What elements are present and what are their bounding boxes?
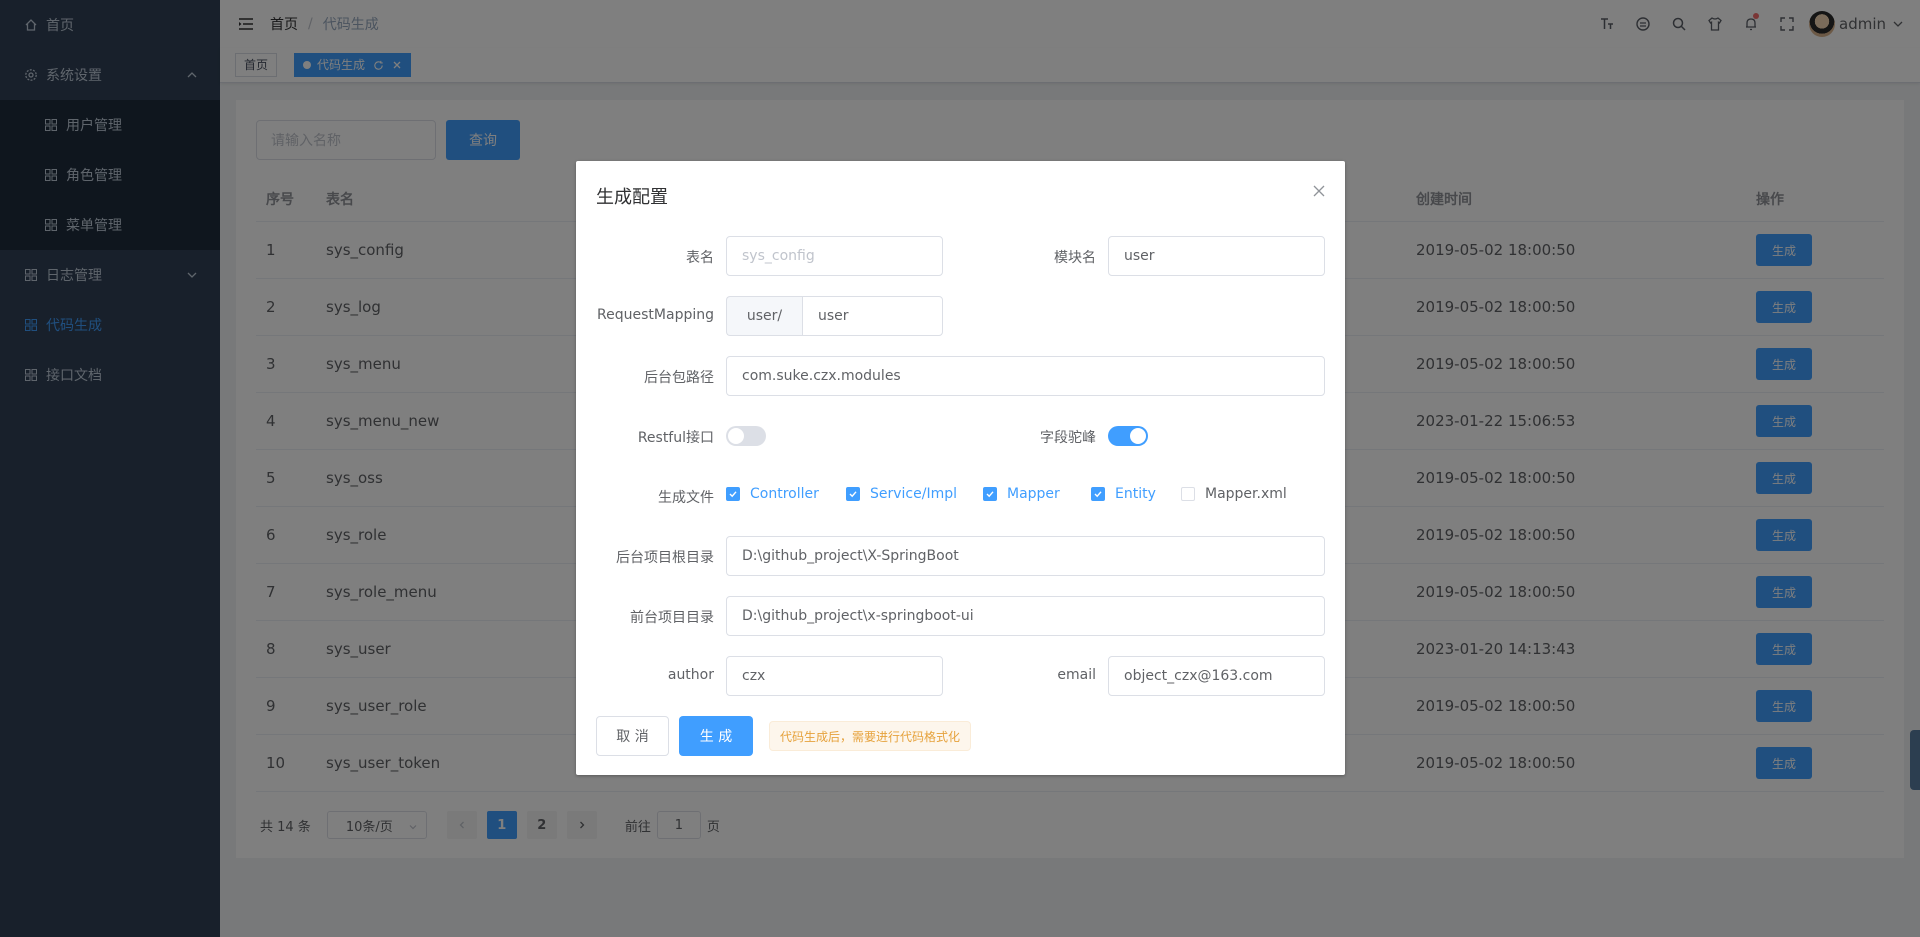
side-widget-handle[interactable] [1910, 730, 1920, 790]
backend-root-input[interactable]: D:\github_project\X-SpringBoot [726, 536, 1325, 576]
checkbox-label: Mapper [1007, 486, 1060, 502]
check-icon [983, 487, 997, 501]
table-name-input[interactable]: sys_config [726, 236, 943, 276]
format-tip-tag: 代码生成后，需要进行代码格式化 [769, 721, 972, 751]
restful-label: Restful接口 [637, 430, 714, 446]
close-icon[interactable] [1311, 183, 1327, 199]
request-mapping-prefix: user/ [726, 296, 802, 336]
request-mapping-label: RequestMapping [597, 307, 714, 323]
author-label: author [667, 667, 714, 683]
camel-case-label: 字段驼峰 [1040, 430, 1096, 446]
check-icon [726, 487, 740, 501]
checkbox-label: Service/Impl [870, 486, 958, 502]
package-path-input[interactable]: com.suke.czx.modules [726, 356, 1325, 396]
restful-switch[interactable] [726, 426, 766, 446]
checkbox-label: Controller [750, 486, 819, 502]
mapper-checkbox[interactable]: Mapper [983, 486, 1060, 502]
backend-root-label: 后台项目根目录 [616, 550, 714, 566]
generate-config-dialog: 生成配置 表名 sys_config 模块名 user RequestMappi… [576, 161, 1345, 775]
module-name-label: 模块名 [1054, 250, 1096, 266]
checkbox-label: Mapper.xml [1205, 486, 1287, 502]
checkbox-box [1181, 487, 1195, 501]
controller-checkbox[interactable]: Controller [726, 486, 819, 502]
module-name-input[interactable]: user [1108, 236, 1325, 276]
checkbox-label: Entity [1115, 486, 1156, 502]
email-input[interactable]: object_czx@163.com [1108, 656, 1325, 696]
frontend-root-label: 前台项目目录 [630, 610, 714, 626]
frontend-root-input[interactable]: D:\github_project\x-springboot-ui [726, 596, 1325, 636]
request-mapping-input[interactable]: user [802, 296, 943, 336]
camel-case-switch[interactable] [1108, 426, 1148, 446]
service-checkbox[interactable]: Service/Impl [846, 486, 957, 502]
switch-knob [728, 428, 744, 444]
table-name-label: 表名 [686, 250, 714, 266]
check-icon [846, 487, 860, 501]
entity-checkbox[interactable]: Entity [1091, 486, 1156, 502]
generate-files-label: 生成文件 [658, 490, 714, 506]
mapper-xml-checkbox[interactable]: Mapper.xml [1181, 486, 1287, 502]
dialog-title: 生成配置 [596, 187, 668, 208]
email-label: email [1057, 667, 1096, 683]
check-icon [1091, 487, 1105, 501]
author-input[interactable]: czx [726, 656, 943, 696]
cancel-button[interactable]: 取 消 [596, 716, 669, 756]
switch-knob [1130, 428, 1146, 444]
package-path-label: 后台包路径 [644, 370, 714, 386]
generate-button[interactable]: 生 成 [679, 716, 753, 756]
